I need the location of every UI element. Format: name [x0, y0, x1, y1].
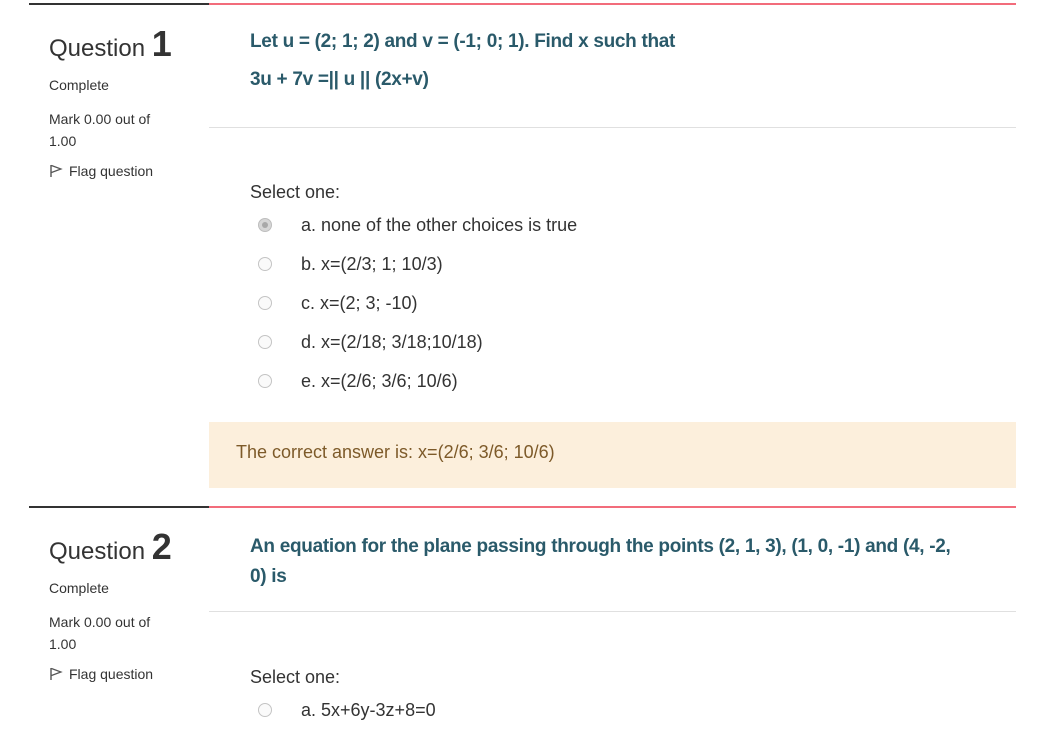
radio-button[interactable] — [258, 703, 272, 717]
option-label: b. x=(2/3; 1; 10/3) — [301, 253, 443, 274]
question-label: Question — [49, 538, 146, 565]
question-label: Question — [49, 35, 146, 62]
radio-button[interactable] — [258, 374, 272, 388]
select-one-prompt: Select one: — [250, 667, 341, 687]
feedback-box: The correct answer is: x=(2/6; 3/6; 10/6… — [209, 422, 1016, 488]
question-number: Question 1 — [49, 23, 172, 65]
question-info: Question 1 Complete Mark 0.00 out of 1.0… — [29, 3, 209, 488]
question-grade: Mark 0.00 out of 1.00 — [49, 111, 151, 149]
option-label: a. none of the other choices is true — [301, 214, 578, 235]
question-text-line: 3u + 7v =|| u || (2x+v) — [250, 69, 429, 90]
question-text: An equation for the plane passing throug… — [250, 532, 980, 592]
flag-icon — [49, 164, 63, 178]
select-one-prompt: Select one: — [250, 182, 341, 202]
option-label: c. x=(2; 3; -10) — [301, 292, 418, 313]
question-text-line: An equation for the plane passing throug… — [250, 536, 951, 557]
question-text: Let u = (2; 1; 2) and v = (-1; 0; 1). Fi… — [250, 27, 980, 95]
question-1: Question 1 Complete Mark 0.00 out of 1.0… — [0, 3, 1043, 488]
option-a[interactable]: a. 5x+6y-3z+8=0 — [250, 695, 850, 725]
option-a[interactable]: a. none of the other choices is true — [250, 210, 850, 240]
option-label: e. x=(2/6; 3/6; 10/6) — [301, 370, 458, 391]
radio-button[interactable] — [258, 296, 272, 310]
radio-button[interactable] — [258, 257, 272, 271]
option-label: a. 5x+6y-3z+8=0 — [301, 699, 436, 720]
flag-icon — [49, 667, 63, 681]
question-number-value: 2 — [151, 526, 172, 567]
question-content: Let u = (2; 1; 2) and v = (-1; 0; 1). Fi… — [209, 3, 1016, 488]
question-text-line: Let u = (2; 1; 2) and v = (-1; 0; 1). Fi… — [250, 31, 676, 52]
question-text-line: 0) is — [250, 566, 287, 587]
flag-question-button[interactable]: Flag question — [49, 163, 153, 179]
question-state: Complete — [49, 580, 109, 596]
option-b[interactable]: b. x=(2/3; 1; 10/3) — [250, 249, 850, 279]
question-info: Question 2 Complete Mark 0.00 out of 1.0… — [29, 506, 209, 730]
divider — [209, 611, 1016, 612]
divider — [209, 127, 1016, 128]
option-c[interactable]: c. x=(2; 3; -10) — [250, 288, 850, 318]
option-label: d. x=(2/18; 3/18;10/18) — [301, 331, 483, 352]
question-content: An equation for the plane passing throug… — [209, 506, 1016, 730]
correct-answer-text: The correct answer is: x=(2/6; 3/6; 10/6… — [236, 442, 555, 462]
radio-button-checked[interactable] — [258, 218, 272, 232]
question-grade: Mark 0.00 out of 1.00 — [49, 614, 151, 652]
flag-question-label: Flag question — [69, 666, 154, 682]
flag-question-button[interactable]: Flag question — [49, 666, 153, 682]
radio-button[interactable] — [258, 335, 272, 349]
question-state: Complete — [49, 77, 109, 93]
option-d[interactable]: d. x=(2/18; 3/18;10/18) — [250, 327, 850, 357]
question-number-value: 1 — [151, 23, 172, 64]
question-2: Question 2 Complete Mark 0.00 out of 1.0… — [0, 506, 1043, 730]
question-number: Question 2 — [49, 526, 172, 568]
flag-question-label: Flag question — [69, 163, 154, 179]
option-e[interactable]: e. x=(2/6; 3/6; 10/6) — [250, 366, 850, 396]
